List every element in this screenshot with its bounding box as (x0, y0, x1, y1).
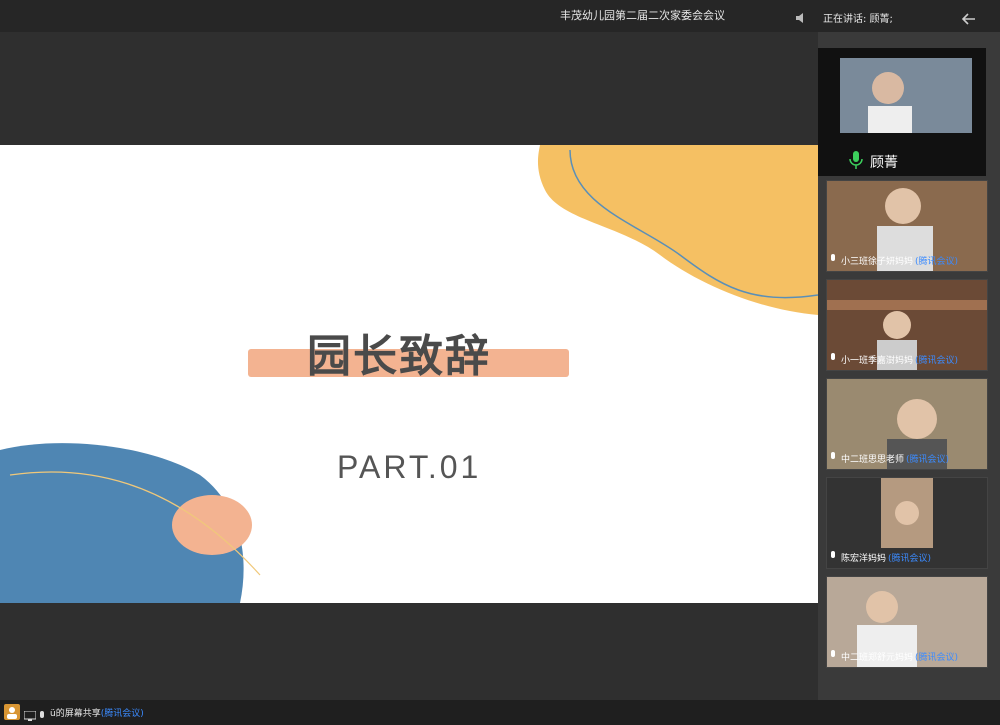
participant-name: 小一班季嘉澍妈妈 (841, 356, 914, 366)
participant-tile[interactable]: 陈宏洋妈妈 (腾讯会议) (826, 477, 988, 569)
active-mic-icon (848, 150, 864, 174)
participant-tile[interactable]: 中二班郑舒元妈妈 (腾讯会议) (826, 576, 988, 668)
participant-tile[interactable]: 中二班思思老师 (腾讯会议) (826, 378, 988, 470)
mic-icon (38, 706, 46, 725)
participant-badge: (腾讯会议) (906, 455, 950, 465)
bottom-bar (0, 700, 1000, 725)
participant-tile[interactable]: 小一班季嘉澍妈妈 (腾讯会议) (826, 279, 988, 371)
share-owner: ü的屏幕共享 (50, 709, 101, 719)
slide-title: 园长致辞 (307, 331, 491, 382)
speaker-icon (795, 9, 807, 28)
slide-subtitle: PART.01 (337, 449, 482, 485)
speaking-indicator: 正在讲话: 顾菁; (823, 14, 893, 25)
meeting-title: 丰茂幼儿园第二届二次家委会会议 (560, 9, 725, 22)
active-speaker-name: 顾菁 (870, 155, 898, 171)
participant-name: 陈宏洋妈妈 (841, 554, 887, 564)
participant-name: 小三班徐子妍妈妈 (841, 257, 914, 267)
share-badge: (腾讯会议) (100, 709, 144, 719)
participant-badge: (腾讯会议) (888, 554, 932, 564)
participant-name: 中二班思思老师 (841, 455, 905, 465)
screen-share-label: ü的屏幕共享(腾讯会议) (50, 706, 144, 719)
user-avatar-icon[interactable] (4, 704, 20, 720)
participant-name: 中二班郑舒元妈妈 (841, 653, 914, 663)
presentation-slide: 园长致辞 PART.01 (0, 145, 818, 603)
participant-badge: (腾讯会议) (915, 653, 959, 663)
participant-badge: (腾讯会议) (915, 257, 959, 267)
screen-share-icon (23, 706, 37, 725)
participant-tile[interactable]: 小三班徐子妍妈妈 (腾讯会议) (826, 180, 988, 272)
collapse-icon[interactable] (961, 10, 976, 29)
participant-badge: (腾讯会议) (915, 356, 959, 366)
active-speaker-tile[interactable] (818, 48, 986, 176)
active-speaker-video (840, 58, 972, 133)
